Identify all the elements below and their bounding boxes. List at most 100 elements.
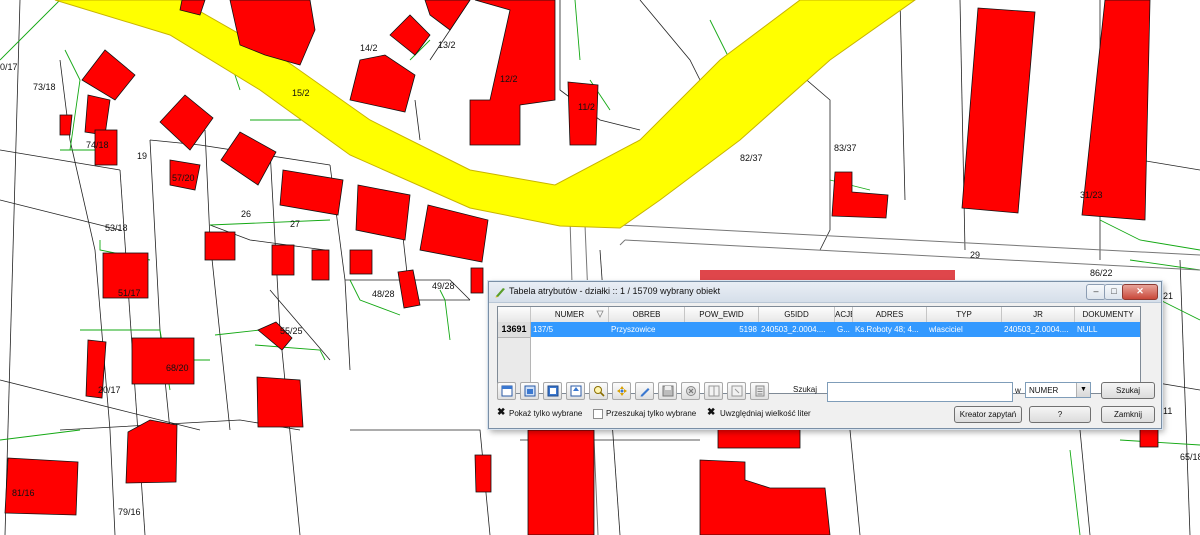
map-canvas[interactable] bbox=[0, 0, 1200, 535]
row-header[interactable]: 13691 bbox=[498, 322, 530, 338]
zoom-to-selection-icon bbox=[594, 386, 605, 397]
invert-selection-button[interactable] bbox=[543, 382, 562, 400]
new-column-icon bbox=[708, 385, 720, 397]
parcel-label: 81/16 bbox=[12, 488, 35, 498]
case-sensitive-label: Uwzględniaj wielkość liter bbox=[720, 409, 811, 418]
parcel-label: 29 bbox=[970, 250, 981, 260]
parcel-label: 86/22 bbox=[1090, 268, 1113, 278]
delete-selected-button[interactable] bbox=[681, 382, 700, 400]
cell-pow-ewid[interactable]: 5198 bbox=[685, 322, 759, 337]
search-input[interactable] bbox=[827, 382, 1013, 402]
attribute-table-window[interactable]: Tabela atrybutów - działki :: 1 / 15709 … bbox=[488, 281, 1162, 429]
help-button[interactable]: ? bbox=[1029, 406, 1091, 423]
parcel-label: 15/2 bbox=[292, 88, 310, 98]
parcel-label: 83/37 bbox=[834, 143, 857, 153]
window-close-button[interactable]: ✕ bbox=[1122, 284, 1158, 300]
attribute-table[interactable]: NUMER OBREB POW_EWID G5IDD ACJE ADRES TY… bbox=[497, 306, 1141, 394]
cell-acje[interactable]: G... bbox=[835, 322, 853, 337]
parcel-label: 57/20 bbox=[172, 173, 195, 183]
toggle-editing-button[interactable] bbox=[635, 382, 654, 400]
parcel-label: 73/18 bbox=[33, 82, 56, 92]
field-calculator-button[interactable] bbox=[750, 382, 769, 400]
parcel-label: 51/17 bbox=[118, 288, 141, 298]
parcel-label: 11/2 bbox=[578, 102, 595, 112]
parcel-label: 13/2 bbox=[438, 40, 456, 50]
parcel-label: 48/28 bbox=[372, 289, 395, 299]
parcel-label: 68/20 bbox=[166, 363, 189, 373]
parcel-label: 26 bbox=[241, 209, 252, 219]
parcel-label: 11 bbox=[1163, 406, 1173, 416]
search-button[interactable]: Szukaj bbox=[1101, 382, 1155, 399]
search-label: Szukaj bbox=[793, 385, 818, 394]
chevron-down-icon: ▼ bbox=[1076, 383, 1090, 397]
deselect-button[interactable] bbox=[497, 382, 516, 400]
title-bar[interactable]: Tabela atrybutów - działki :: 1 / 15709 … bbox=[489, 282, 1161, 303]
delete-column-button[interactable] bbox=[727, 382, 746, 400]
parcel-label: 27 bbox=[290, 219, 301, 229]
toolbar: Szukaj w NUMER ▼ Szukaj bbox=[497, 382, 1157, 402]
parcel-label: 0/17 bbox=[0, 62, 18, 72]
maximize-button[interactable]: □ bbox=[1104, 284, 1124, 300]
invert-selection-icon bbox=[547, 385, 559, 397]
corner-header[interactable] bbox=[498, 307, 531, 322]
cell-numer[interactable]: 137/5 bbox=[531, 322, 609, 337]
column-header-g5idd[interactable]: G5IDD bbox=[759, 307, 835, 322]
table-row[interactable]: 137/5 Przyszowice 5198 240503_2.0004....… bbox=[531, 322, 1140, 337]
parcel-label: 53/18 bbox=[105, 223, 128, 233]
parcel-label: 12/2 bbox=[500, 74, 518, 84]
show-selected-label: Pokaż tylko wybrane bbox=[509, 409, 583, 418]
save-edits-button[interactable] bbox=[658, 382, 677, 400]
close-button[interactable]: Zamknij bbox=[1101, 406, 1155, 423]
query-builder-button[interactable]: Kreator zapytań bbox=[954, 406, 1022, 423]
search-selected-label: Przeszukaj tylko wybrane bbox=[606, 409, 697, 418]
move-selection-top-icon bbox=[570, 385, 582, 397]
new-column-button[interactable] bbox=[704, 382, 723, 400]
cell-g5idd[interactable]: 240503_2.0004.... bbox=[759, 322, 835, 337]
calculator-icon bbox=[755, 385, 765, 397]
column-header-adres[interactable]: ADRES bbox=[853, 307, 927, 322]
pan-to-selection-button[interactable] bbox=[612, 382, 631, 400]
select-all-button[interactable] bbox=[520, 382, 539, 400]
parcel-label: 79/16 bbox=[118, 507, 141, 517]
delete-icon bbox=[686, 386, 696, 396]
parcel-label: 20/17 bbox=[98, 385, 121, 395]
search-field-value: NUMER bbox=[1029, 386, 1059, 395]
search-field-label: w bbox=[1015, 386, 1021, 395]
column-header-dokumenty[interactable]: DOKUMENTY bbox=[1075, 307, 1140, 322]
parcel-label: 19 bbox=[137, 151, 148, 161]
search-selected-checkbox[interactable] bbox=[593, 409, 603, 419]
minimize-button[interactable]: – bbox=[1086, 284, 1106, 300]
parcel-label: 65/18 bbox=[1180, 452, 1200, 462]
save-icon bbox=[662, 385, 674, 397]
parcel-label: 82/37 bbox=[740, 153, 763, 163]
column-header-obreb[interactable]: OBREB bbox=[609, 307, 685, 322]
table-header: NUMER OBREB POW_EWID G5IDD ACJE ADRES TY… bbox=[498, 307, 1140, 323]
move-selection-top-button[interactable] bbox=[566, 382, 585, 400]
column-header-acje[interactable]: ACJE bbox=[835, 307, 853, 322]
deselect-icon bbox=[501, 385, 513, 397]
cell-jr[interactable]: 240503_2.0004.... bbox=[1002, 322, 1075, 337]
zoom-to-selection-button[interactable] bbox=[589, 382, 608, 400]
qgis-logo-icon bbox=[495, 288, 505, 298]
cell-typ[interactable]: wlasciciel bbox=[927, 322, 1002, 337]
parcel-label: 14/2 bbox=[360, 43, 378, 53]
pan-to-selection-icon bbox=[617, 386, 627, 396]
delete-column-icon bbox=[731, 385, 743, 397]
cell-dokumenty[interactable]: NULL bbox=[1075, 322, 1140, 337]
edit-pencil-icon bbox=[640, 388, 650, 397]
column-header-pow-ewid[interactable]: POW_EWID bbox=[685, 307, 759, 322]
parcel-label: 49/28 bbox=[432, 281, 455, 291]
column-header-jr[interactable]: JR bbox=[1002, 307, 1075, 322]
cell-adres[interactable]: Ks.Roboty 48; 4... bbox=[853, 322, 927, 337]
parcel-label: 21 bbox=[1163, 291, 1174, 301]
column-header-typ[interactable]: TYP bbox=[927, 307, 1002, 322]
window-title: Tabela atrybutów - działki :: 1 / 15709 … bbox=[509, 286, 721, 296]
cell-obreb[interactable]: Przyszowice bbox=[609, 322, 685, 337]
search-field-select[interactable]: NUMER ▼ bbox=[1025, 382, 1091, 398]
parcel-label: 74/18 bbox=[86, 140, 109, 150]
case-sensitive-checkbox[interactable]: ✖ bbox=[707, 408, 715, 418]
select-all-icon bbox=[524, 385, 536, 397]
show-selected-checkbox[interactable]: ✖ bbox=[497, 408, 505, 418]
parcel-label: 55/25 bbox=[280, 326, 303, 336]
parcel-label: 31/23 bbox=[1080, 190, 1103, 200]
